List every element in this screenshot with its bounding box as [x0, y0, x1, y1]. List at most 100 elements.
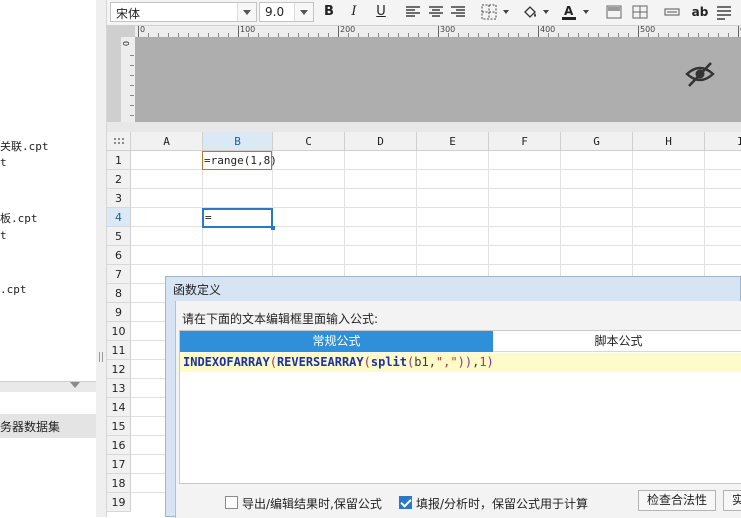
ab-button[interactable]: ab [689, 3, 711, 21]
row-header[interactable]: 4 [107, 208, 131, 227]
keep-formula-on-export-label: 导出/编辑结果时,保留公式 [242, 497, 382, 511]
file-item-3[interactable]: 板.cpt [0, 210, 38, 226]
fill-dropdown-icon[interactable] [543, 10, 549, 14]
report-header-area: 0 100 200 300 400 500 600 0 [107, 26, 741, 122]
column-header-a[interactable]: A [131, 132, 203, 151]
hide-eye-icon[interactable] [684, 58, 716, 90]
ruler-label: 0 [121, 40, 131, 47]
vertical-ruler: 0 [121, 37, 136, 122]
panel-divider[interactable] [0, 381, 96, 392]
cell-b4-selected[interactable]: = [202, 208, 275, 230]
border-dropdown-icon[interactable] [503, 10, 509, 14]
file-item-2[interactable]: t [0, 156, 7, 169]
cell-b1-value: =range(1,8) [204, 154, 277, 167]
row-header[interactable]: 1 [107, 151, 131, 170]
keep-formula-on-export-checkbox[interactable] [225, 496, 238, 509]
dialog-action-button[interactable]: 实 [723, 490, 741, 511]
formula-text[interactable]: INDEXOFARRAY(REVERSEARRAY(split(b1,","))… [183, 355, 494, 369]
svg-text:A: A [564, 4, 574, 18]
align-center-icon[interactable] [427, 3, 445, 21]
check-validity-button[interactable]: 检查合法性 [638, 490, 716, 511]
underline-button[interactable]: U [372, 3, 390, 21]
bold-button[interactable]: B [320, 3, 338, 21]
report-header-band[interactable] [135, 38, 741, 122]
font-size-value: 9.0 [265, 5, 285, 19]
row-header[interactable]: 5 [107, 227, 131, 246]
row-header[interactable]: 2 [107, 170, 131, 189]
formula-arg-cell: b1 [414, 355, 429, 369]
chevron-down-icon[interactable] [294, 3, 313, 21]
tab-normal-formula[interactable]: 常规公式 [180, 331, 493, 352]
left-panel: 关联.cpt t 板.cpt t .cpt 务器数据集 [0, 0, 97, 517]
splitter-grip-icon[interactable] [99, 352, 103, 362]
row-header[interactable]: 11 [107, 341, 131, 360]
panel-splitter[interactable] [96, 0, 107, 517]
column-header-f[interactable]: F [489, 132, 561, 151]
row-header[interactable]: 17 [107, 455, 131, 474]
row-header[interactable]: 14 [107, 398, 131, 417]
formula-arg-number: 1 [479, 355, 487, 369]
row-header[interactable]: 16 [107, 436, 131, 455]
font-color-dropdown-icon[interactable] [583, 10, 589, 14]
column-header-e[interactable]: E [417, 132, 489, 151]
keep-formula-on-fill-checkbox[interactable] [399, 496, 412, 509]
tab-script-formula[interactable]: 脚本公式 [493, 331, 741, 352]
row-header[interactable]: 18 [107, 474, 131, 493]
text-box-icon[interactable] [663, 3, 681, 21]
row-header[interactable]: 8 [107, 284, 131, 303]
row-header[interactable]: 13 [107, 379, 131, 398]
dialog-title: 函数定义 [173, 283, 222, 297]
horizontal-ruler: 0 100 200 300 400 500 600 [135, 26, 741, 38]
formula-editor-panel: 常规公式 脚本公式 INDEXOFARRAY(REVERSEARRAY(spli… [179, 330, 741, 484]
chevron-down-icon[interactable] [237, 3, 256, 21]
formula-function: INDEXOFARRAY [183, 355, 270, 369]
align-left-icon[interactable] [404, 3, 422, 21]
border-icon[interactable] [480, 3, 498, 21]
column-header-b[interactable]: B [203, 132, 273, 151]
align-right-icon[interactable] [449, 3, 467, 21]
column-header-i[interactable]: I [705, 132, 741, 151]
column-header-h[interactable]: H [633, 132, 705, 151]
column-header-d[interactable]: D [345, 132, 417, 151]
font-color-icon[interactable]: A [560, 3, 578, 21]
row-header[interactable]: 15 [107, 417, 131, 436]
collapse-arrow-icon[interactable] [70, 382, 80, 388]
split-cell-icon[interactable] [631, 3, 649, 21]
row-header[interactable]: 10 [107, 322, 131, 341]
grid-dots-icon [113, 137, 125, 146]
column-header-g[interactable]: G [561, 132, 633, 151]
text-wrap-icon[interactable] [715, 3, 733, 21]
row-header[interactable]: 9 [107, 303, 131, 322]
row-header[interactable]: 19 [107, 493, 131, 512]
font-family-value: 宋体 [116, 7, 141, 21]
row-header[interactable]: 7 [107, 265, 131, 284]
file-item-1[interactable]: 关联.cpt [0, 138, 49, 154]
fill-color-icon[interactable] [521, 3, 539, 21]
formula-input-line[interactable]: INDEXOFARRAY(REVERSEARRAY(split(b1,","))… [180, 353, 741, 372]
function-definition-dialog: 函数定义 请在下面的文本编辑框里面输入公式: 常规公式 脚本公式 INDEXOF… [165, 276, 741, 518]
row-header[interactable]: 3 [107, 189, 131, 208]
font-family-select[interactable]: 宋体 [110, 2, 257, 22]
italic-button[interactable]: I [345, 3, 363, 21]
edit-pencil-icon[interactable] [737, 56, 741, 88]
dialog-instruction: 请在下面的文本编辑框里面输入公式: [182, 312, 379, 326]
formula-arg-string: "," [435, 355, 458, 369]
keep-formula-on-fill-label: 填报/分析时，保留公式用于计算 [416, 497, 589, 511]
server-dataset-section[interactable]: 务器数据集 [0, 414, 96, 438]
server-dataset-label: 务器数据集 [0, 420, 61, 434]
column-header-c[interactable]: C [273, 132, 345, 151]
formula-function: split [370, 355, 407, 369]
row-header[interactable]: 12 [107, 360, 131, 379]
format-toolbar: 宋体 9.0 B I U A ab [107, 0, 741, 26]
cell-b1[interactable]: =range(1,8) [202, 151, 277, 170]
file-item-5[interactable]: .cpt [0, 283, 27, 296]
select-all-corner[interactable] [107, 132, 131, 151]
dialog-body: 请在下面的文本编辑框里面输入公式: 常规公式 脚本公式 INDEXOFARRAY… [175, 301, 741, 518]
row-header[interactable]: 6 [107, 246, 131, 265]
file-item-4[interactable]: t [0, 229, 7, 242]
merge-cell-icon[interactable] [605, 3, 623, 21]
font-size-select[interactable]: 9.0 [259, 2, 314, 22]
ruler-label: 0 [140, 26, 146, 34]
cell-b4-value: = [205, 211, 212, 224]
fill-handle[interactable] [271, 226, 275, 230]
